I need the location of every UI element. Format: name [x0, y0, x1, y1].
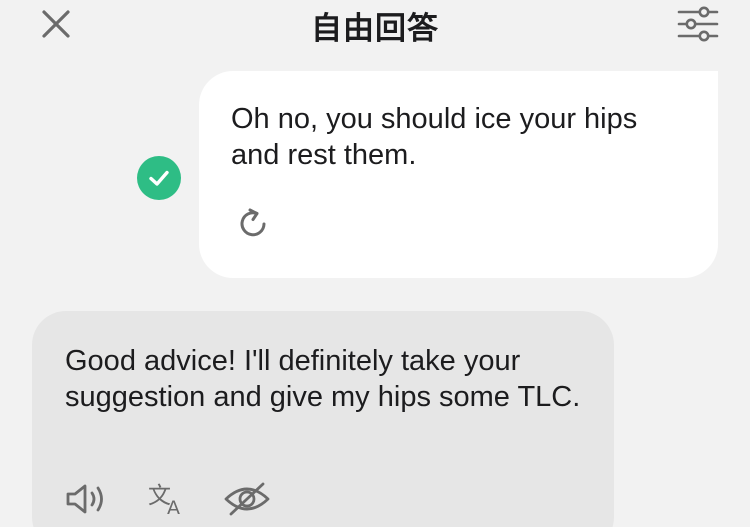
- page-title: 自由回答: [311, 11, 439, 47]
- header-bar: 自由回答: [0, 0, 750, 50]
- sent-status-badge: [137, 156, 181, 200]
- svg-text:A: A: [167, 497, 180, 517]
- bot-message-actions: 文 A: [65, 479, 271, 519]
- refresh-icon: [240, 208, 266, 237]
- bot-message-bubble: Good advice! I'll definitely take your s…: [32, 311, 614, 527]
- translate-button[interactable]: 文 A: [147, 479, 187, 519]
- settings-button[interactable]: [674, 2, 722, 46]
- retry-button[interactable]: [235, 205, 271, 241]
- user-message-text: Oh no, you should ice your hips and rest…: [231, 103, 638, 171]
- check-circle-icon: [149, 170, 169, 186]
- hide-text-button[interactable]: [223, 479, 271, 519]
- user-message-bubble: Oh no, you should ice your hips and rest…: [199, 71, 718, 278]
- translate-icon: 文 A: [148, 483, 180, 517]
- eye-off-icon: [224, 482, 270, 516]
- speak-button[interactable]: [65, 479, 109, 519]
- chat-screen: 自由回答 Oh no, you should ice your hips and…: [0, 0, 750, 527]
- bot-message-text: Good advice! I'll definitely take your s…: [65, 345, 581, 413]
- sliders-icon: [677, 6, 719, 42]
- speaker-icon: [66, 484, 103, 514]
